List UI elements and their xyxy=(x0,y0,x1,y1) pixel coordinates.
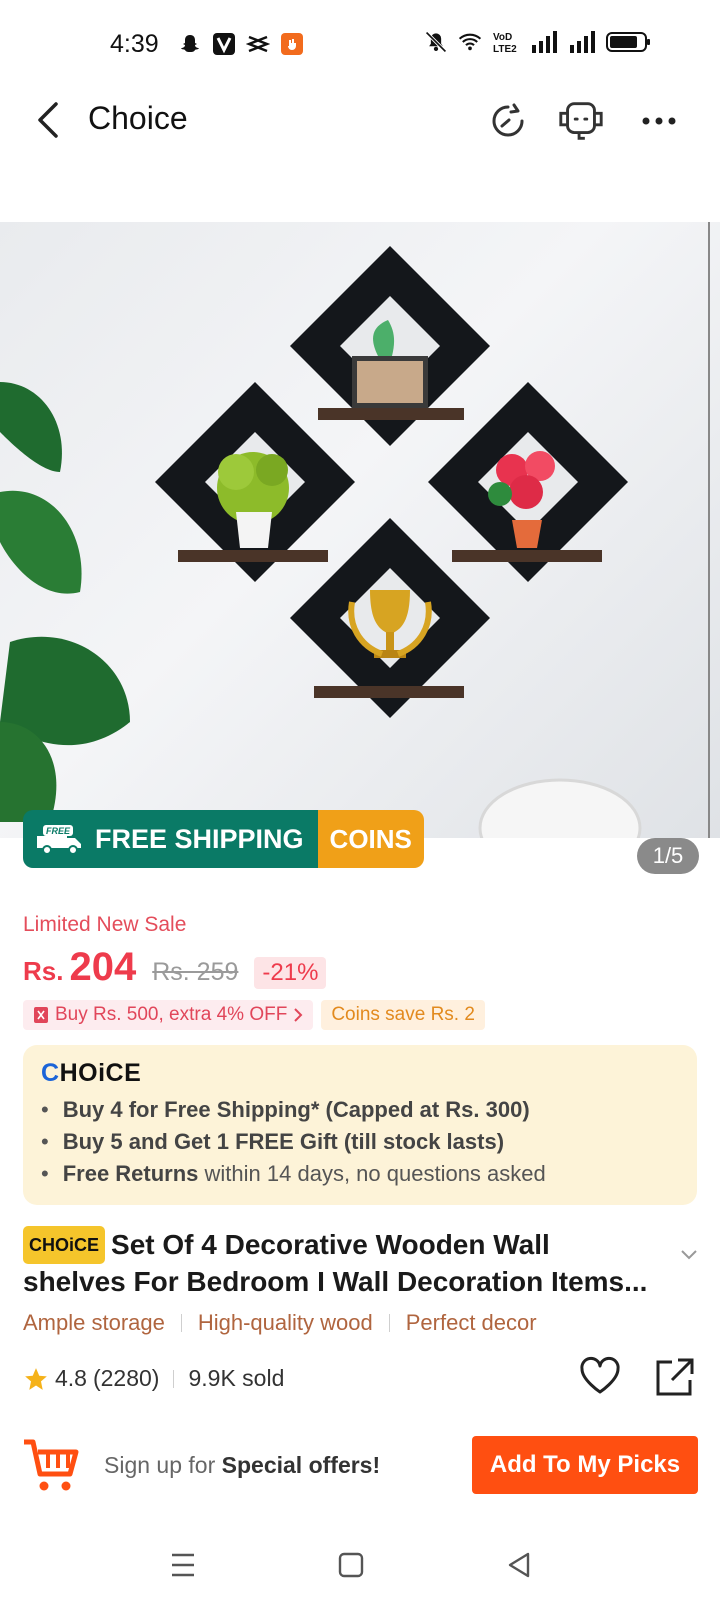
chevron-left-icon xyxy=(38,102,58,138)
product-title-text: Set Of 4 Decorative Wooden Wall shelves … xyxy=(23,1229,648,1297)
free-shipping-badge: FREE FREE SHIPPING COINS xyxy=(23,810,424,868)
rating-count: (2280) xyxy=(92,1365,160,1391)
choice-logo: CHOiCE xyxy=(41,1059,142,1087)
feature-tag: High-quality wood xyxy=(197,1310,373,1335)
top-header: Choice xyxy=(0,90,720,150)
expand-title-button[interactable] xyxy=(680,1248,698,1266)
divider xyxy=(180,1314,182,1332)
page-title: Choice xyxy=(88,100,188,136)
choice-tag: CHOiCE xyxy=(23,1226,106,1264)
status-time: 4:39 xyxy=(110,30,159,58)
free-shipping-text: FREE SHIPPING xyxy=(95,823,304,854)
divider xyxy=(388,1314,390,1332)
price-row: Rs. 204 Rs. 259 -21% xyxy=(23,945,327,990)
status-system-icons: VoD LTE2 xyxy=(424,30,652,54)
feature-tag: Perfect decor xyxy=(405,1310,537,1335)
product-photo xyxy=(0,222,710,838)
menu-lines-icon xyxy=(172,1553,194,1577)
cart-icon xyxy=(22,1434,80,1499)
star-icon xyxy=(25,1367,47,1390)
signup-prompt: Sign up for Special offers! xyxy=(104,1452,381,1478)
sold-count: 9.9K sold xyxy=(188,1365,285,1391)
signup-bar: Sign up for Special offers! Add To My Pi… xyxy=(0,1430,720,1510)
mute-icon xyxy=(424,30,448,54)
chevron-right-icon xyxy=(294,1008,303,1022)
heart-icon xyxy=(580,1356,620,1394)
feature-tags: Ample storage High-quality wood Perfect … xyxy=(23,1310,537,1336)
square-icon xyxy=(338,1552,364,1578)
product-image-carousel[interactable] xyxy=(0,222,720,838)
rating-row[interactable]: 4.8 (2280) 9.9K sold xyxy=(23,1365,284,1392)
volte-icon: VoD LTE2 xyxy=(492,30,520,54)
original-price: Rs. 259 xyxy=(152,958,239,986)
choice-benefit-item: • Free Returns within 14 days, no questio… xyxy=(41,1161,546,1186)
feature-tag: Ample storage xyxy=(23,1310,165,1335)
battery-icon xyxy=(606,30,652,54)
more-dots-icon xyxy=(642,117,676,125)
history-icon xyxy=(492,103,524,137)
svg-text:LTE2: LTE2 xyxy=(493,44,517,54)
system-nav-bar xyxy=(0,1530,720,1600)
coupon-icon xyxy=(34,1007,48,1023)
signal-icon xyxy=(568,30,596,54)
sale-label: Limited New Sale xyxy=(23,913,187,936)
choice-benefit-item: • Buy 5 and Get 1 FREE Gift (till stock l… xyxy=(41,1129,505,1154)
status-bar: 4:39 VoD LTE2 xyxy=(0,0,720,90)
capcut-icon xyxy=(246,32,270,56)
snapchat-icon xyxy=(178,32,202,56)
v-app-icon xyxy=(212,32,236,56)
svg-text:FREE: FREE xyxy=(46,826,71,836)
history-button[interactable] xyxy=(483,96,533,146)
choice-benefits-box: CHOiCE • Buy 4 for Free Shipping* (Capped… xyxy=(23,1045,697,1205)
svg-text:VoD: VoD xyxy=(493,32,512,43)
share-icon xyxy=(656,1358,694,1396)
add-to-picks-button[interactable]: Add To My Picks xyxy=(472,1436,698,1494)
discount-badge: -21% xyxy=(254,957,327,989)
app-notification-icon xyxy=(280,32,304,56)
free-shipping-label: FREE FREE SHIPPING xyxy=(23,810,318,868)
support-button[interactable] xyxy=(556,96,606,146)
promo-row: Buy Rs. 500, extra 4% OFF Coins save Rs.… xyxy=(23,1000,485,1030)
wifi-icon xyxy=(458,30,482,54)
price-currency: Rs. xyxy=(23,956,64,986)
divider xyxy=(173,1369,175,1388)
customer-service-icon xyxy=(559,102,603,140)
image-pager: 1/5 xyxy=(637,838,699,874)
back-nav-button[interactable] xyxy=(494,1540,544,1590)
coins-save-chip: Coins save Rs. 2 xyxy=(321,1000,485,1030)
coins-label: COINS xyxy=(317,810,424,868)
rating-score: 4.8 xyxy=(55,1365,87,1391)
wishlist-button[interactable] xyxy=(578,1356,622,1400)
more-options-button[interactable] xyxy=(634,96,684,146)
delivery-truck-icon: FREE xyxy=(37,825,81,854)
signal-icon xyxy=(530,30,558,54)
chevron-down-icon xyxy=(681,1250,697,1260)
triangle-back-icon xyxy=(508,1552,530,1578)
share-button[interactable] xyxy=(652,1356,696,1400)
recents-button[interactable] xyxy=(158,1540,208,1590)
current-price: 204 xyxy=(69,945,137,989)
choice-benefit-item: • Buy 4 for Free Shipping* (Capped at Rs.… xyxy=(41,1097,530,1122)
home-button[interactable] xyxy=(326,1540,376,1590)
status-app-icons xyxy=(178,32,304,56)
extra-off-promo[interactable]: Buy Rs. 500, extra 4% OFF xyxy=(23,1000,314,1030)
back-button[interactable] xyxy=(30,98,70,142)
extra-off-text: Buy Rs. 500, extra 4% OFF xyxy=(55,1004,288,1025)
product-title[interactable]: CHOiCE Set Of 4 Decorative Wooden Wall sh… xyxy=(23,1226,653,1300)
